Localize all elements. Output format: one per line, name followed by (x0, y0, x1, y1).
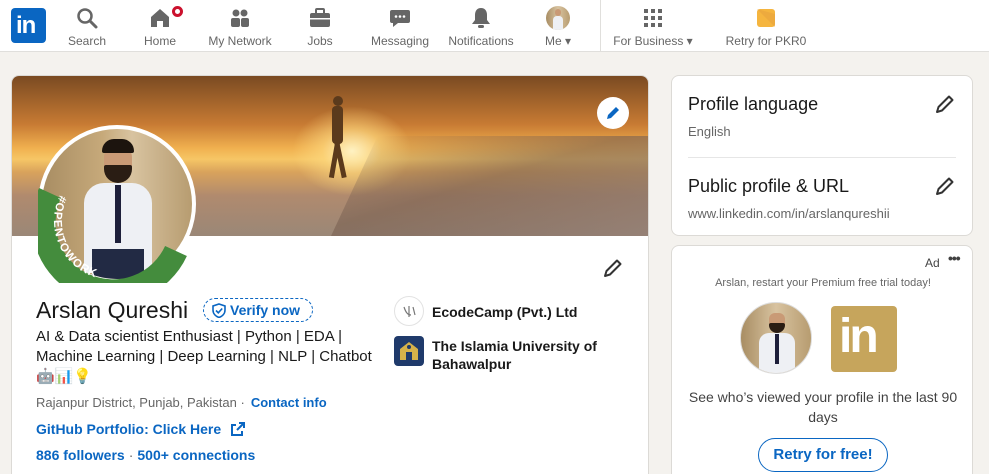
profile-location: Rajanpur District, Punjab, Pakistan · Con… (36, 395, 327, 410)
nav-divider (600, 0, 601, 52)
ad-body-text: See who’s viewed your profile in the las… (688, 389, 958, 425)
external-link-icon (231, 422, 246, 436)
profile-settings-card: Profile language English Public profile … (671, 75, 973, 236)
linkedin-logo[interactable]: in (11, 8, 46, 43)
contact-info-link[interactable]: Contact info (251, 395, 327, 410)
ad-headline: Arslan, restart your Premium free trial … (715, 277, 931, 289)
github-portfolio-link[interactable]: GitHub Portfolio: Click Here (36, 421, 246, 437)
nav-search[interactable]: Search (66, 6, 108, 50)
nav-me[interactable]: Me ▾ (540, 6, 576, 50)
premium-ad-card: Ad ••• Arslan, restart your Premium free… (671, 245, 973, 474)
edit-banner-button[interactable] (597, 97, 629, 129)
nav-my-network[interactable]: My Network (205, 6, 275, 50)
divider (688, 157, 956, 158)
ad-label: Ad (925, 256, 940, 270)
premium-icon (757, 9, 775, 27)
nav-retry-premium[interactable]: Retry for PKR0 (724, 6, 808, 50)
open-to-work-frame: #OPENTOWORK (38, 187, 187, 283)
verify-now-button[interactable]: Verify now (203, 298, 314, 322)
profile-card: #OPENTOWORK Arslan Qureshi Verify now AI… (11, 75, 649, 474)
company-logo (394, 296, 424, 326)
search-icon (77, 8, 98, 29)
edit-public-profile-button[interactable] (934, 175, 956, 197)
profile-name: Arslan Qureshi (36, 297, 189, 323)
more-options-icon[interactable]: ••• (948, 250, 961, 266)
nav-home[interactable]: Home (140, 4, 185, 50)
bell-icon (472, 8, 490, 28)
pencil-icon (607, 107, 619, 119)
public-profile-url: www.linkedin.com/in/arslanqureshii (688, 206, 890, 221)
edit-profile-language-button[interactable] (934, 93, 956, 115)
network-icon (231, 9, 249, 27)
briefcase-icon (310, 8, 330, 27)
university-logo (394, 336, 424, 366)
profile-language-title: Profile language (688, 94, 819, 114)
message-icon (390, 10, 410, 27)
profile-language-value: English (688, 124, 731, 139)
ad-user-avatar (740, 302, 812, 374)
nav-messaging[interactable]: Messaging (369, 6, 431, 50)
nav-jobs[interactable]: Jobs (303, 6, 337, 50)
top-nav: in Search Home My Network Jobs Messaging… (0, 0, 989, 52)
shield-check-icon (212, 303, 226, 318)
grid-icon (644, 9, 662, 27)
edit-intro-button[interactable] (602, 257, 624, 279)
linkedin-premium-logo: in (831, 306, 897, 372)
profile-photo[interactable]: #OPENTOWORK (38, 125, 196, 283)
network-stats: 886 followers · 500+ connections (36, 447, 256, 463)
retry-for-free-button[interactable]: Retry for free! (758, 438, 888, 472)
chevron-down-icon: ▾ (564, 34, 572, 48)
home-icon (151, 9, 169, 27)
connections-link[interactable]: 500+ connections (137, 447, 255, 463)
runner-silhouette (328, 96, 347, 186)
nav-notifications[interactable]: Notifications (446, 6, 516, 50)
chevron-down-icon: ▾ (686, 34, 693, 48)
notification-badge (170, 4, 185, 19)
public-profile-title: Public profile & URL (688, 176, 850, 196)
profile-headline: AI & Data scientist Enthusiast | Python … (36, 328, 372, 385)
followers-link[interactable]: 886 followers (36, 447, 125, 463)
avatar (546, 6, 570, 30)
nav-for-business[interactable]: For Business ▾ (612, 6, 694, 50)
